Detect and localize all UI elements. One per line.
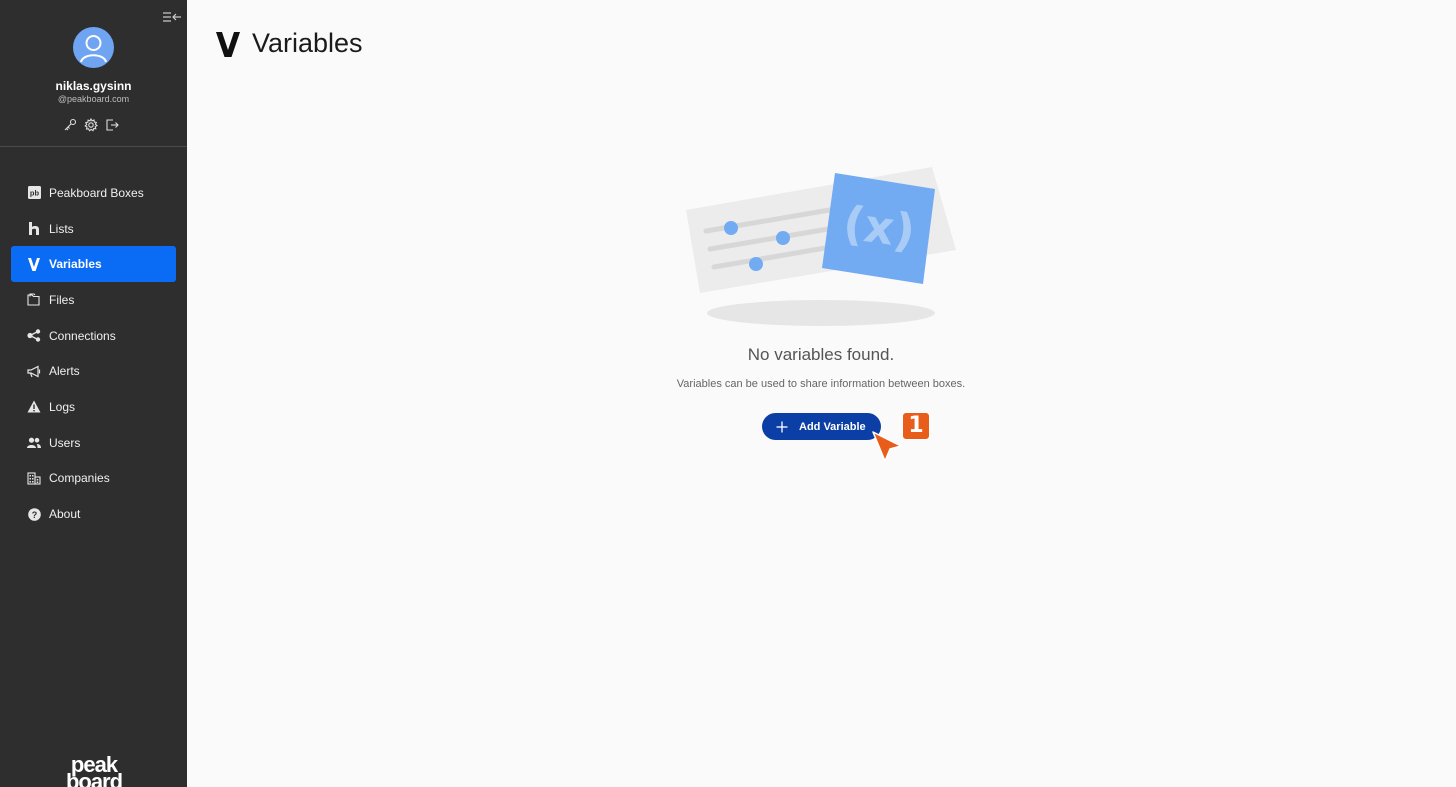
logout-icon[interactable] [105,118,119,132]
key-icon[interactable] [63,118,77,132]
sidebar-item-users[interactable]: Users [11,425,176,461]
sidebar: niklas.gysinn @peakboard.com pb Peakboar… [0,0,187,787]
sidebar-item-companies[interactable]: Companies [11,461,176,497]
sidebar-item-connections[interactable]: Connections [11,318,176,354]
user-actions [63,117,119,132]
sidebar-nav: pb Peakboard Boxes Lists Variables Files [11,175,176,532]
svg-text:?: ? [31,510,37,520]
warning-icon [27,400,41,414]
companies-icon [27,471,41,485]
variables-icon [27,257,41,271]
user-name: niklas.gysinn [55,79,132,93]
sidebar-item-label: Companies [49,471,110,486]
sidebar-item-label: About [49,507,81,522]
users-icon [27,436,41,450]
cursor-pointer-icon [871,430,905,464]
sidebar-item-peakboard-boxes[interactable]: pb Peakboard Boxes [11,175,176,211]
page-header: Variables [216,28,363,59]
sidebar-item-label: Lists [49,221,74,236]
add-variable-button[interactable]: Add Variable [762,413,881,440]
settings-gear-icon[interactable] [84,117,98,132]
empty-state-subtitle: Variables can be used to share informati… [676,378,966,390]
variables-icon [216,29,240,59]
add-variable-label: Add Variable [799,420,866,433]
megaphone-icon [27,364,41,378]
step-badge: 1 [902,412,930,440]
sidebar-divider [0,146,187,147]
svg-text:(x): (x) [840,195,919,258]
sidebar-item-label: Logs [49,399,76,414]
collapse-sidebar-icon[interactable] [162,10,182,24]
svg-text:pb: pb [29,189,39,198]
page-title: Variables [252,28,363,58]
sidebar-item-label: Variables [49,257,102,272]
help-icon: ? [27,507,41,521]
user-email: @peakboard.com [57,94,130,104]
plus-icon [776,421,788,433]
sidebar-item-about[interactable]: ? About [11,496,176,532]
sidebar-item-lists[interactable]: Lists [11,211,176,247]
sidebar-item-label: Alerts [49,364,80,379]
sidebar-item-logs[interactable]: Logs [11,389,176,425]
lists-icon [27,222,41,236]
connections-icon [27,329,41,343]
sidebar-item-files[interactable]: Files [11,282,176,318]
avatar[interactable] [73,27,114,68]
sidebar-item-label: Files [49,292,75,307]
empty-state-title: No variables found. [747,345,895,364]
sidebar-item-label: Connections [49,328,116,343]
sidebar-item-label: Users [49,435,81,450]
sidebar-item-alerts[interactable]: Alerts [11,353,176,389]
sidebar-item-label: Peakboard Boxes [49,185,144,200]
sidebar-item-variables[interactable]: Variables [11,246,176,283]
empty-state-illustration: (x) [684,165,960,331]
files-icon [27,293,41,307]
peakboard-logo: peak board [65,756,123,787]
peakboard-box-icon: pb [27,186,41,200]
